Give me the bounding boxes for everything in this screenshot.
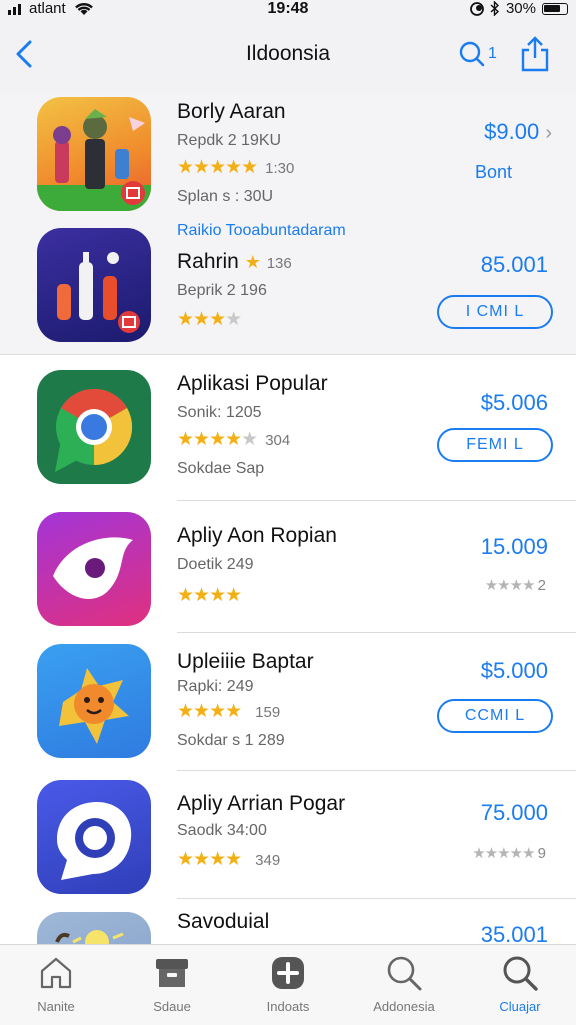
tab-home[interactable]: Nanite bbox=[8, 945, 104, 1025]
tab-label: Addonesia bbox=[373, 999, 435, 1014]
tab-search-active[interactable]: Cluajar bbox=[472, 945, 568, 1025]
chevron-right-icon[interactable]: › bbox=[545, 122, 552, 144]
list-item[interactable]: Savoduial 35.001 bbox=[0, 898, 576, 944]
app-name: Borly Aaran bbox=[177, 100, 286, 123]
app-subtitle: Rapki: 249 bbox=[177, 678, 254, 695]
app-action-link[interactable]: Bont bbox=[475, 162, 512, 183]
tab-add[interactable]: Indoats bbox=[240, 945, 336, 1025]
list-item[interactable]: Raikio Tooabuntadaram Rahrin ★ 136 Bepri… bbox=[0, 218, 576, 354]
small-rating: ★★★★★ 9 bbox=[472, 845, 546, 862]
list-item[interactable]: Borly Aaran Repdk 2 19KU ★★★★★ 1:30 Splan… bbox=[0, 92, 576, 227]
app-meta: Sokdae Sap bbox=[177, 460, 265, 477]
app-price: 85.001 bbox=[480, 252, 548, 277]
app-name: Rahrin ★ 136 bbox=[177, 250, 292, 273]
rating-stars: ★★★★ 159 bbox=[177, 701, 281, 722]
app-icon-sun bbox=[37, 912, 151, 944]
rating-stars: ★★★★★ 304 bbox=[177, 429, 291, 450]
list-item[interactable]: Upleiiie Baptar Rapki: 249 ★★★★ 159 Sokda… bbox=[0, 632, 576, 770]
small-rating: ★★★★ 2 bbox=[484, 577, 546, 594]
app-icon-game-characters bbox=[37, 97, 151, 211]
app-price: $5.000 bbox=[480, 658, 548, 683]
get-button[interactable]: CCMI L bbox=[437, 699, 553, 733]
status-right: 30% bbox=[470, 0, 568, 17]
search-button[interactable]: 1 bbox=[458, 36, 504, 72]
app-name: Apliy Aon Ropian bbox=[177, 524, 337, 547]
search-icon bbox=[503, 956, 538, 991]
app-icon-swirl bbox=[37, 512, 151, 626]
list-item[interactable]: Apliy Aon Ropian Doetik 249 ★★★★ 15.009 … bbox=[0, 500, 576, 632]
list-item[interactable]: Apliy Arrian Pogar Saodk 34:00 ★★★★ 349 7… bbox=[0, 770, 576, 898]
app-name: Savoduial bbox=[177, 910, 270, 933]
app-name: Upleiiie Baptar bbox=[177, 650, 314, 673]
app-subtitle: Beprik 2 196 bbox=[177, 282, 267, 299]
app-list: Borly Aaran Repdk 2 19KU ★★★★★ 1:30 Splan… bbox=[0, 92, 576, 944]
moon-icon bbox=[470, 1, 484, 16]
app-name: Apliy Arrian Pogar bbox=[177, 792, 346, 815]
rating-stars: ★★★★ bbox=[177, 309, 242, 330]
get-button[interactable]: I CMI L bbox=[437, 295, 553, 329]
app-subtitle: Doetik 249 bbox=[177, 556, 254, 573]
app-price: 75.000 bbox=[480, 800, 548, 825]
app-price: 15.009 bbox=[480, 534, 548, 559]
app-meta: Splan s : 30U bbox=[177, 188, 274, 205]
star-icon: ★ bbox=[244, 252, 261, 272]
battery-icon bbox=[542, 2, 568, 15]
tab-label: Indoats bbox=[266, 999, 310, 1014]
app-name: Aplikasi Popular bbox=[177, 372, 328, 395]
rating-stars: ★★★★ 349 bbox=[177, 849, 281, 870]
app-subtitle: Saodk 34:00 bbox=[177, 822, 267, 839]
rating-stars: ★★★★ bbox=[177, 585, 242, 606]
rating-stars: ★★★★★ 1:30 bbox=[177, 157, 295, 178]
app-icon-chrome bbox=[37, 370, 151, 484]
tab-store[interactable]: Sdaue bbox=[124, 945, 220, 1025]
section-link[interactable]: Raikio Tooabuntadaram bbox=[177, 222, 346, 240]
app-subtitle: Sonik: 1205 bbox=[177, 404, 262, 421]
tab-label: Cluajar bbox=[499, 999, 541, 1014]
search-badge: 1 bbox=[488, 45, 497, 62]
rating-count: 349 bbox=[255, 852, 281, 869]
app-price: $9.00 › bbox=[484, 119, 552, 144]
search-icon bbox=[387, 956, 422, 991]
battery-percent: 30% bbox=[505, 0, 536, 17]
app-icon-bottles bbox=[37, 228, 151, 342]
app-price: 35.001 bbox=[480, 922, 548, 944]
box-icon bbox=[156, 959, 188, 987]
tab-label: Nanite bbox=[37, 999, 75, 1014]
rating-count: 304 bbox=[265, 432, 291, 449]
name-count: 136 bbox=[266, 255, 292, 272]
get-button[interactable]: FEMI L bbox=[437, 428, 553, 462]
navigation-bar: Ildoonsia 1 bbox=[0, 22, 576, 92]
search-icon bbox=[459, 41, 485, 67]
tab-search[interactable]: Addonesia bbox=[356, 945, 452, 1025]
rating-count: 1:30 bbox=[265, 160, 295, 177]
app-icon-camera bbox=[37, 780, 151, 894]
bluetooth-icon bbox=[490, 1, 499, 16]
status-bar: atlant 19:48 30% bbox=[0, 0, 576, 22]
app-price: $5.006 bbox=[480, 390, 548, 415]
tab-bar: Nanite Sdaue Indoats Addonesia Cluajar bbox=[0, 944, 576, 1025]
plus-icon bbox=[272, 957, 304, 989]
list-item[interactable]: Aplikasi Popular Sonik: 1205 ★★★★★ 304 So… bbox=[0, 354, 576, 500]
app-meta: Sokdar s 1 289 bbox=[177, 732, 285, 749]
app-icon-character bbox=[37, 644, 151, 758]
app-subtitle: Repdk 2 19KU bbox=[177, 132, 282, 149]
home-icon bbox=[40, 957, 72, 989]
rating-count: 159 bbox=[255, 704, 281, 721]
tab-label: Sdaue bbox=[153, 999, 191, 1014]
share-icon[interactable] bbox=[518, 34, 552, 74]
